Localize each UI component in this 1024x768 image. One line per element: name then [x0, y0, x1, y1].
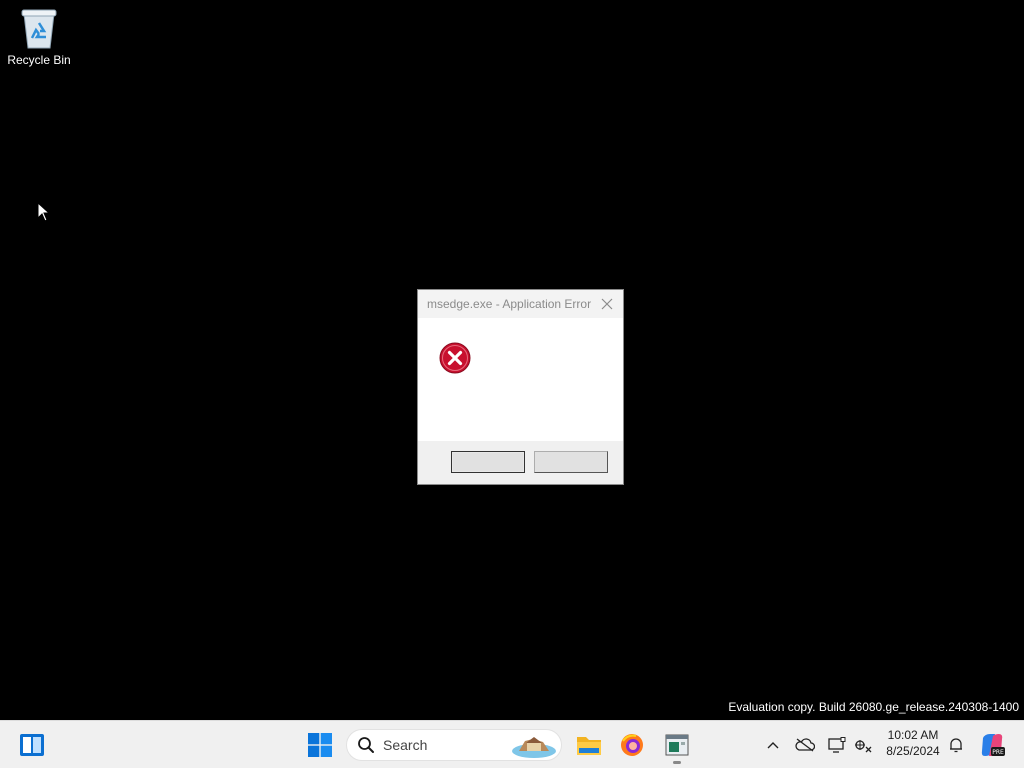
desktop-icon-label: Recycle Bin: [7, 53, 71, 67]
running-indicator: [673, 761, 681, 764]
clock-time: 10:02 AM: [887, 728, 939, 742]
search-highlight-icon: [511, 733, 557, 764]
clock-date: 8/25/2024: [886, 744, 940, 758]
widgets-icon[interactable]: [17, 731, 47, 759]
mouse-cursor-icon: [37, 201, 51, 227]
chevron-up-icon[interactable]: [763, 735, 783, 755]
start-icon[interactable]: [305, 731, 335, 759]
taskbar-clock[interactable]: 10:02 AM 8/25/2024: [878, 727, 948, 759]
dialog-footer: [418, 441, 623, 484]
copilot-badge: PRE: [992, 749, 1004, 756]
ok-button[interactable]: [451, 451, 525, 473]
cancel-button[interactable]: [534, 451, 608, 473]
app-window-icon[interactable]: [662, 731, 692, 759]
file-explorer-icon[interactable]: [574, 731, 604, 759]
dialog-titlebar[interactable]: msedge.exe - Application Error: [418, 290, 623, 318]
search-icon: [357, 736, 375, 754]
bell-icon[interactable]: [946, 735, 966, 755]
recycle-bin-icon: [19, 6, 59, 50]
dialog-title: msedge.exe - Application Error: [427, 297, 592, 311]
desktop-icon-recycle-bin[interactable]: Recycle Bin: [4, 6, 74, 76]
onedrive-icon[interactable]: [794, 735, 816, 755]
firefox-icon[interactable]: [617, 731, 647, 759]
evaluation-watermark: Evaluation copy. Build 26080.ge_release.…: [728, 700, 1019, 714]
taskbar-search-box[interactable]: Search: [346, 729, 562, 761]
error-icon: [439, 342, 471, 379]
network-icon[interactable]: [852, 735, 874, 755]
search-placeholder: Search: [383, 737, 428, 753]
application-error-dialog: msedge.exe - Application Error: [417, 289, 624, 485]
copilot-icon[interactable]: PRE: [978, 731, 1006, 759]
close-icon[interactable]: [597, 294, 617, 314]
display-icon[interactable]: [826, 735, 848, 755]
taskbar: Search 10:02 AM 8/25/2024 PRE: [0, 720, 1024, 768]
